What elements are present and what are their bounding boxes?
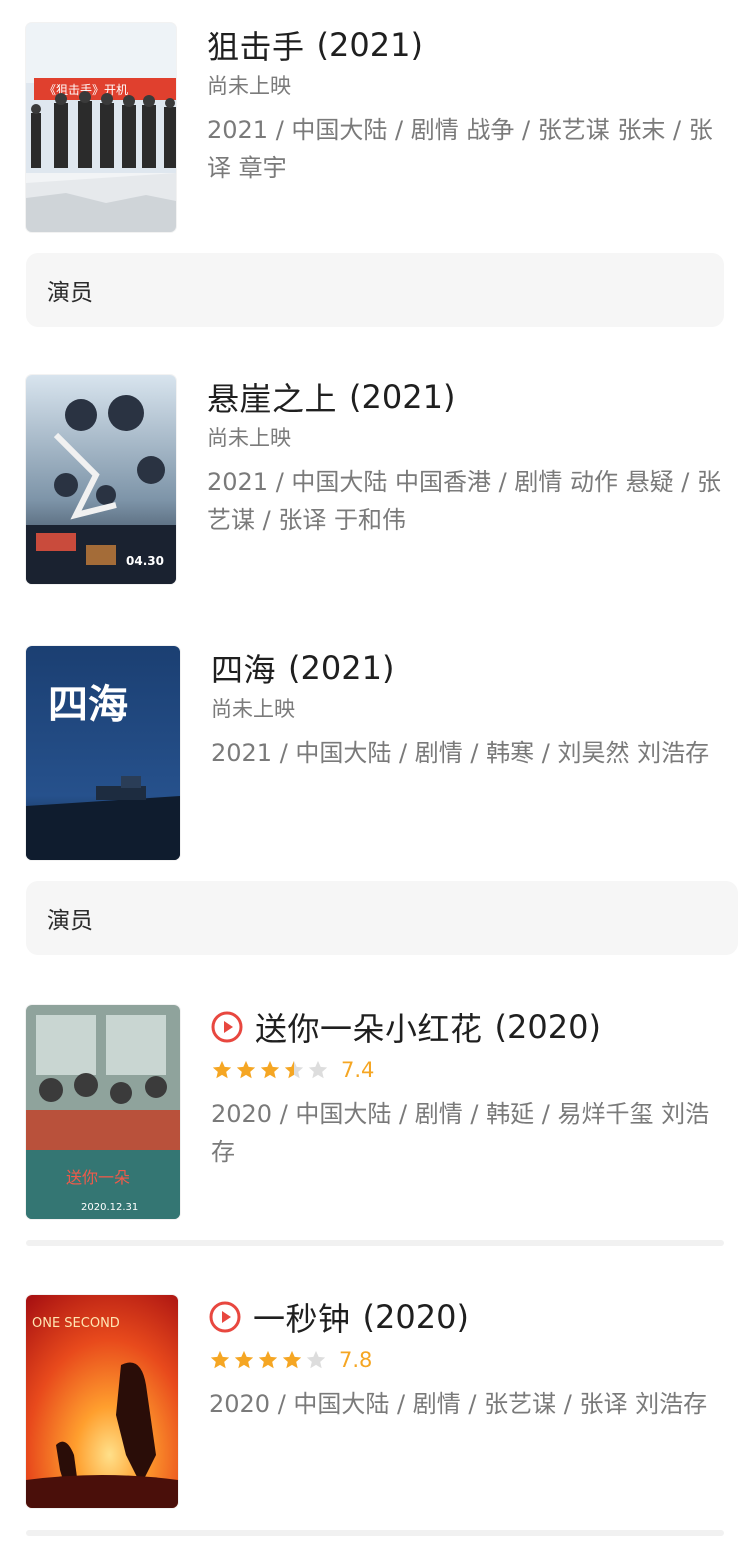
movie-item[interactable]: 送你一朵 2020.12.31 送你一朵小红花 (2020) 7.4 2020 …	[26, 1005, 724, 1219]
poster-image[interactable]: 四海	[26, 646, 180, 860]
rating-score: 7.8	[339, 1348, 373, 1372]
movie-title[interactable]: 悬崖之上	[207, 374, 337, 420]
release-status: 尚未上映	[207, 74, 291, 98]
svg-text:四海: 四海	[48, 681, 128, 728]
rating-row: 7.4	[211, 1055, 724, 1085]
star-icon	[306, 1350, 326, 1369]
movie-year: (2021)	[288, 649, 395, 687]
movie-title[interactable]: 四海	[211, 645, 276, 691]
release-status: 尚未上映	[211, 697, 295, 721]
poster-image[interactable]: ONE SECOND	[26, 1295, 178, 1508]
star-icon	[282, 1350, 302, 1369]
movie-item[interactable]: ONE SECOND 一秒钟 (2020) 7.8 2020 / 中国大陆 / …	[26, 1295, 724, 1508]
star-icon	[236, 1060, 256, 1079]
movie-title[interactable]: 一秒钟	[253, 1294, 351, 1340]
movie-title[interactable]: 狙击手	[207, 22, 305, 68]
section-divider	[26, 1530, 724, 1536]
movie-year: (2021)	[316, 26, 423, 64]
play-icon[interactable]	[209, 1301, 241, 1333]
movie-year: (2020)	[362, 1298, 469, 1336]
cast-section-bar[interactable]: 演员	[26, 881, 738, 955]
cast-label: 演员	[47, 908, 93, 934]
poster-image[interactable]: 送你一朵 2020.12.31	[26, 1005, 180, 1219]
svg-text:ONE SECOND: ONE SECOND	[32, 1316, 120, 1331]
movie-year: (2020)	[494, 1008, 601, 1046]
poster-image[interactable]: 04.30	[26, 375, 176, 584]
star-icon	[284, 1060, 304, 1079]
svg-text:04.30: 04.30	[126, 554, 164, 568]
movie-meta: 2021 / 中国大陆 / 剧情 战争 / 张艺谋 张末 / 张译 章宇	[207, 116, 713, 182]
cast-section-bar[interactable]: 演员	[26, 253, 724, 327]
star-icon	[258, 1350, 278, 1369]
poster-image[interactable]: 《狙击手》开机	[26, 23, 176, 232]
svg-text:送你一朵: 送你一朵	[66, 1168, 130, 1187]
movie-meta: 2020 / 中国大陆 / 剧情 / 韩延 / 易烊千玺 刘浩存	[211, 1100, 710, 1166]
movie-item[interactable]: 四海 四海 (2021) 尚未上映 2021 / 中国大陆 / 剧情 / 韩寒 …	[26, 646, 724, 860]
star-rating	[211, 1059, 331, 1081]
movie-year: (2021)	[349, 378, 456, 416]
section-divider	[26, 1240, 724, 1246]
star-icon	[210, 1350, 230, 1369]
star-rating	[209, 1349, 329, 1371]
movie-title[interactable]: 送你一朵小红花	[255, 1004, 483, 1050]
rating-row: 7.8	[209, 1345, 724, 1375]
star-icon	[212, 1060, 232, 1079]
movie-item[interactable]: 《狙击手》开机 狙击手 (2021) 尚未上映 2021 / 中国大陆 / 剧情…	[26, 23, 724, 233]
release-status: 尚未上映	[207, 426, 291, 450]
star-icon	[234, 1350, 254, 1369]
rating-score: 7.4	[341, 1058, 375, 1082]
play-icon[interactable]	[211, 1011, 243, 1043]
cast-label: 演员	[47, 280, 93, 306]
svg-text:2020.12.31: 2020.12.31	[81, 1202, 138, 1213]
movie-item[interactable]: 04.30 悬崖之上 (2021) 尚未上映 2021 / 中国大陆 中国香港 …	[26, 375, 724, 585]
movie-meta: 2021 / 中国大陆 中国香港 / 剧情 动作 悬疑 / 张艺谋 / 张译 于…	[207, 468, 721, 534]
star-icon	[308, 1060, 328, 1079]
movie-meta: 2021 / 中国大陆 / 剧情 / 韩寒 / 刘昊然 刘浩存	[211, 739, 710, 767]
star-icon	[260, 1060, 280, 1079]
movie-meta: 2020 / 中国大陆 / 剧情 / 张艺谋 / 张译 刘浩存	[209, 1390, 708, 1418]
